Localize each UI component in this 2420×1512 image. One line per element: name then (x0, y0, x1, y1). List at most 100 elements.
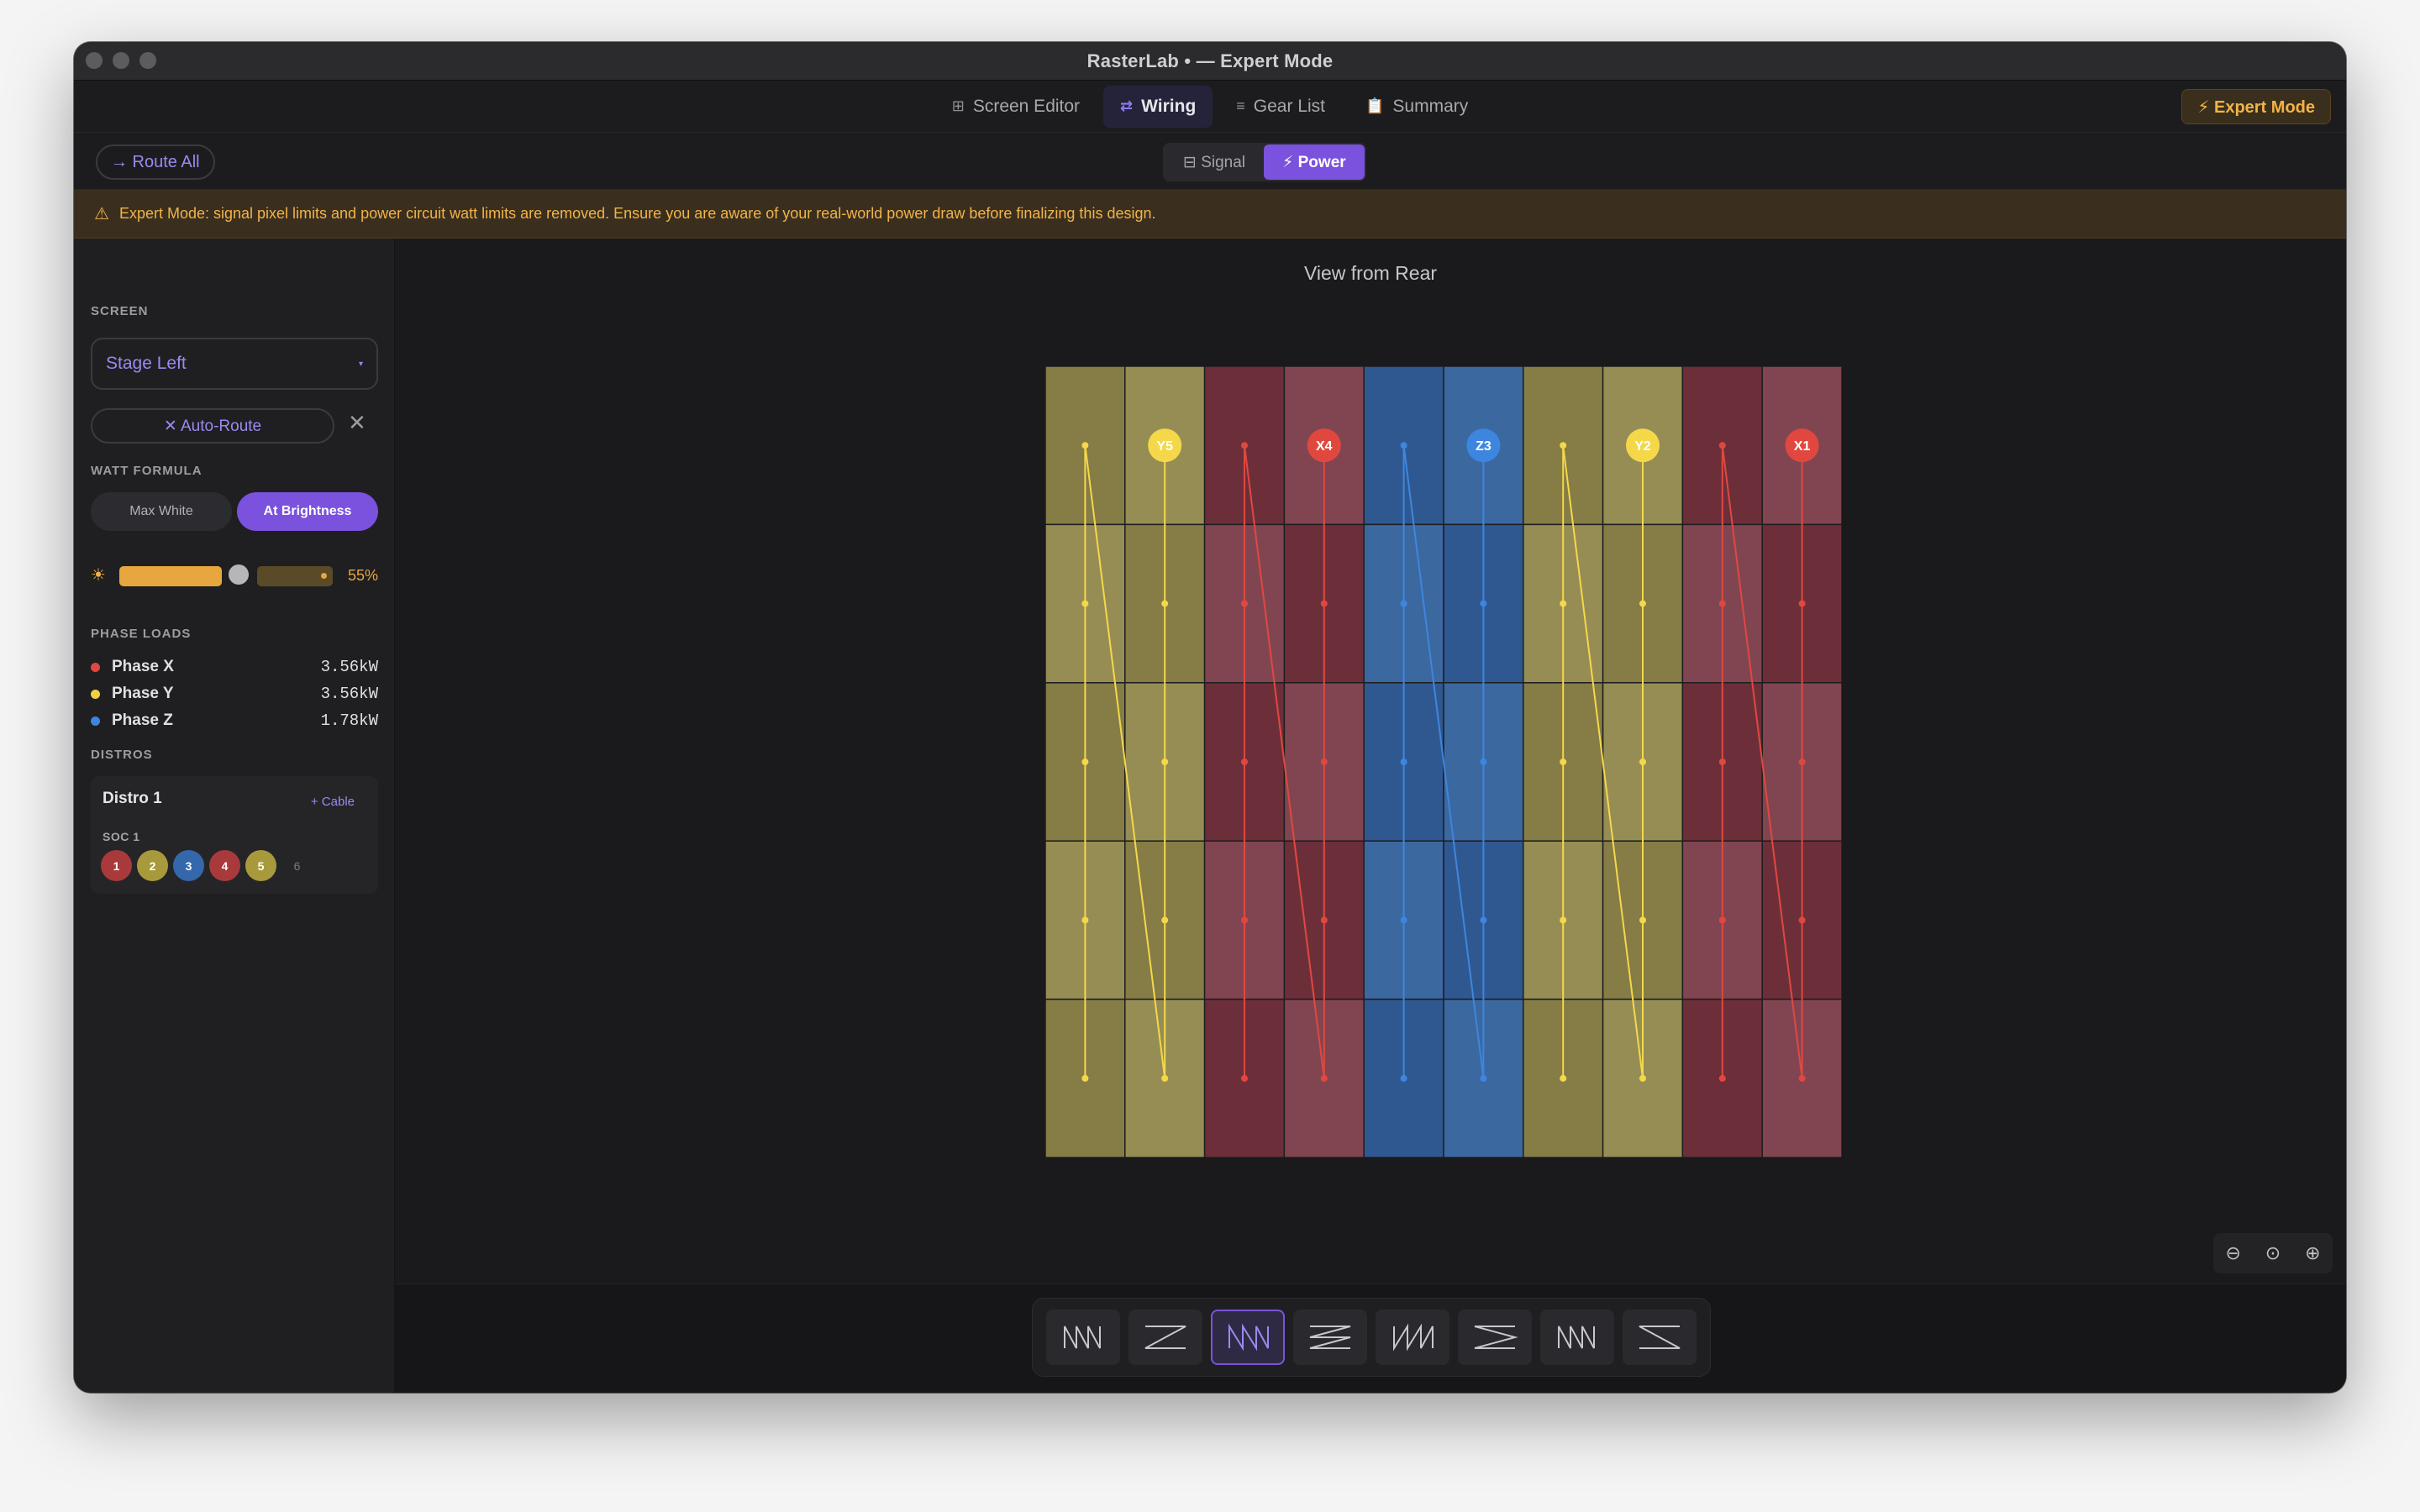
tab-label: Screen Editor (972, 96, 1081, 116)
wiring-pattern-button[interactable] (1211, 1310, 1285, 1365)
wiring-node (1480, 1074, 1487, 1082)
wiring-node (1400, 1074, 1407, 1082)
wiring-node (1798, 600, 1806, 607)
minimize-window-button[interactable] (113, 52, 129, 69)
close-window-button[interactable] (86, 52, 103, 69)
wiring-node (1400, 916, 1407, 924)
app-window: RasterLab • — Expert Mode ⊞ Screen Editor… (74, 42, 2346, 1393)
brightness-track-dot (321, 573, 327, 579)
circuit-badge[interactable]: 4 (209, 850, 240, 881)
watt-formula-toggle: Max White At Brightness (91, 492, 378, 531)
sidebar: SCREEN Stage Left ▾ ✕ Auto-Route ✕ WATT … (74, 239, 395, 1393)
wiring-node (1320, 759, 1328, 765)
circuit-badge[interactable]: 2 (137, 850, 168, 881)
expert-mode-button[interactable]: ⚡ Expert Mode (2181, 89, 2331, 124)
tab-gear-list[interactable]: ≡ Gear List (1219, 86, 1342, 128)
wiring-pattern-icon (1639, 1326, 1681, 1349)
wiring-node (1400, 759, 1407, 765)
brightness-thumb[interactable] (229, 564, 249, 585)
wiring-node (1480, 600, 1487, 607)
wiring-canvas[interactable]: View from Rear Y5 X4 Z3 Y2 X1 ⊖ ⊙ ⊕ (395, 239, 2346, 1284)
signal-tab[interactable]: ⊟ Signal (1165, 144, 1264, 180)
zoom-reset-icon[interactable]: ⊙ (2265, 1242, 2281, 1264)
list-icon: ≡ (1236, 97, 1245, 114)
zoom-window-button[interactable] (139, 52, 156, 69)
wiring-pattern-button[interactable] (1458, 1310, 1532, 1365)
wiring-node (1081, 442, 1089, 449)
close-icon[interactable]: ✕ (348, 410, 366, 436)
circuit-badge[interactable]: 1 (101, 850, 132, 881)
tab-screen-editor[interactable]: ⊞ Screen Editor (935, 86, 1097, 128)
wiring-pattern-button[interactable] (1293, 1310, 1367, 1365)
wiring-pattern-icon (1228, 1323, 1269, 1352)
wiring-node (1480, 916, 1487, 924)
distros-label: DISTROS (91, 748, 153, 762)
max-white-option[interactable]: Max White (91, 492, 232, 531)
wiring-pattern-icon (1474, 1326, 1518, 1349)
main-tab-bar: ⊞ Screen Editor ⇄ Wiring ≡ Gear List 📋 Summary … (74, 81, 2346, 133)
route-all-button[interactable]: → Route All (96, 144, 215, 180)
tab-wiring[interactable]: ⇄ Wiring (1103, 85, 1213, 128)
view-title: View from Rear (1303, 262, 1438, 284)
circuit-empty-slot[interactable]: 6 (281, 850, 313, 881)
circuit-badge[interactable]: 3 (173, 850, 204, 881)
tab-summary[interactable]: 📋 Summary (1349, 86, 1485, 128)
wiring-node (1081, 759, 1089, 765)
zoom-out-icon[interactable]: ⊖ (2225, 1242, 2240, 1264)
wiring-node (1639, 759, 1646, 765)
wiring-node (1320, 916, 1328, 924)
screen-label: SCREEN (91, 304, 149, 318)
panel-grid[interactable]: Y5 X4 Z3 Y2 X1 (1045, 366, 1842, 1158)
wiring-node (1161, 759, 1169, 765)
wiring-pattern-button[interactable] (1623, 1310, 1697, 1365)
phase-color-dot (91, 689, 100, 699)
wiring-node (1560, 442, 1567, 449)
brightness-slider[interactable]: ☀ 55% (91, 559, 378, 593)
add-cable-button[interactable]: + Cable (311, 795, 355, 809)
at-brightness-option[interactable]: At Brightness (237, 492, 378, 531)
window-controls (86, 52, 156, 69)
circuit-list: 123456 (101, 850, 313, 881)
warning-icon: ⚠ (94, 205, 109, 223)
brightness-value: 55% (348, 567, 379, 584)
clipboard-icon: 📋 (1365, 97, 1385, 114)
zoom-in-icon[interactable]: ⊕ (2305, 1242, 2320, 1264)
warning-text: Expert Mode: signal pixel limits and pow… (118, 205, 1156, 222)
wiring-pattern-button[interactable] (1376, 1310, 1449, 1365)
wiring-node (1718, 600, 1726, 607)
wiring-pattern-icon (1393, 1323, 1434, 1352)
circuit-start-label: Z3 (1476, 439, 1491, 454)
tab-label: Wiring (1141, 96, 1197, 116)
phase-row: Phase Z 1.78kW (91, 709, 378, 732)
power-tab[interactable]: ⚡ Power (1264, 144, 1365, 180)
zoom-controls: ⊖ ⊙ ⊕ (2213, 1233, 2333, 1273)
wiring-node (1718, 916, 1726, 924)
wiring-pattern-button[interactable] (1128, 1310, 1202, 1365)
screen-select[interactable]: Stage Left ▾ (91, 338, 378, 390)
circuit-start-label: Y5 (1156, 439, 1173, 454)
wiring-node (1320, 1074, 1328, 1082)
grid-icon: ⊞ (951, 97, 965, 114)
wiring-node (1718, 1074, 1726, 1082)
auto-route-button[interactable]: ✕ Auto-Route (91, 408, 334, 444)
circuit-badge[interactable]: 5 (245, 850, 276, 881)
phase-name: Phase X (112, 658, 174, 675)
wiring-pattern-icon (1144, 1326, 1186, 1349)
wiring-pattern-button[interactable] (1046, 1310, 1120, 1365)
circuit-start-label: X4 (1316, 439, 1333, 454)
phase-load-value: 1.78kW (320, 711, 378, 730)
phase-row: Phase Y 3.56kW (91, 682, 378, 706)
sun-icon: ☀ (91, 566, 106, 585)
wiring-node (1718, 759, 1726, 765)
wiring-node (1560, 1074, 1567, 1082)
wiring-node (1560, 600, 1567, 607)
wiring-node (1161, 916, 1169, 924)
phase-color-dot (91, 662, 100, 672)
wiring-pattern-icon (1309, 1326, 1351, 1349)
screen-select-value: Stage Left (106, 354, 187, 373)
wiring-node (1081, 916, 1089, 924)
wiring-node (1241, 442, 1248, 449)
wiring-node (1081, 1074, 1089, 1082)
wiring-pattern-button[interactable] (1540, 1310, 1614, 1365)
signal-power-toggle: ⊟ Signal ⚡ Power (1163, 143, 1366, 181)
